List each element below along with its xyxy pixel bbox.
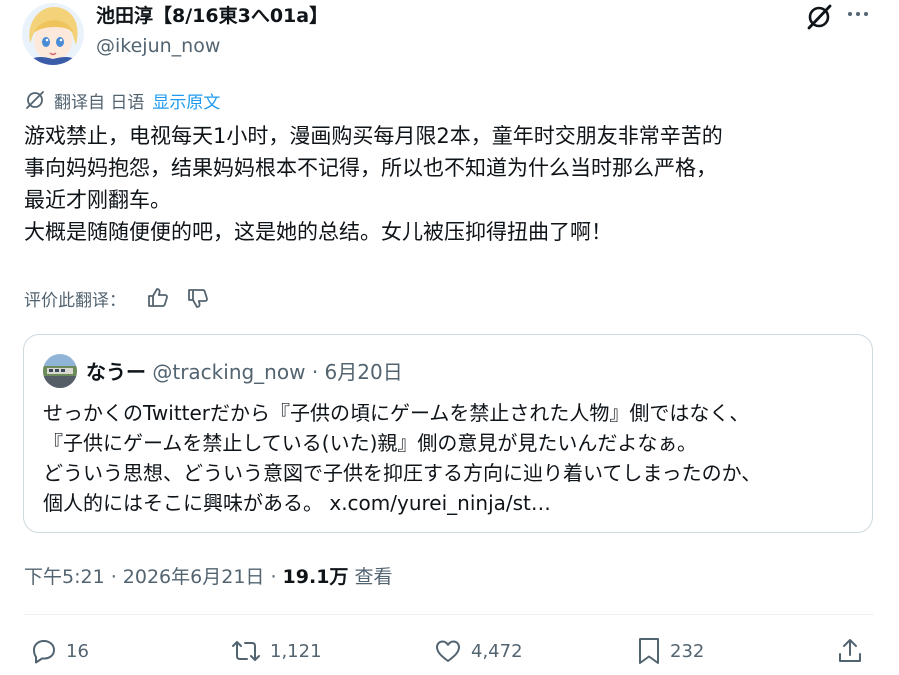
tweet-line: 最近才刚翻车。 [24, 188, 171, 212]
thumbs-up-icon[interactable] [146, 286, 170, 310]
quoted-author-handle[interactable]: @tracking_now [152, 360, 305, 384]
thumbs-down-icon[interactable] [186, 286, 210, 310]
author-name[interactable]: 池田淳【8/16東3へ01a】 [96, 4, 328, 28]
divider [24, 614, 874, 615]
reply-button[interactable]: 16 [30, 636, 89, 666]
quoted-line: 『子供にゲームを禁止している(いた)親』側の意見が見たいんだよなぁ。 [43, 431, 698, 455]
rate-translation-label: 评价此翻译： [24, 290, 126, 311]
tweet-text: 游戏禁止，电视每天1小时，漫画购买每月限2本，童年时交朋友非常辛苦的 事向妈妈抱… [24, 120, 884, 248]
quoted-text: せっかくのTwitterだから『子供の頃にゲームを禁止された人物』側ではなく、 … [43, 398, 863, 518]
share-button[interactable] [836, 636, 872, 666]
reply-icon [33, 640, 55, 664]
grok-icon[interactable] [805, 3, 833, 31]
author-avatar[interactable] [22, 3, 84, 65]
retweet-count: 1,121 [270, 640, 322, 662]
bookmark-count: 232 [670, 640, 705, 662]
tweet-line: 事向妈妈抱怨，结果妈妈根本不记得，所以也不知道为什么当时那么严格， [24, 156, 717, 180]
views-label: 查看 [348, 566, 393, 588]
share-icon [839, 639, 861, 662]
quoted-tweet[interactable]: なうー @tracking_now · 6月20日 せっかくのTwitterだか… [23, 334, 873, 533]
tweet-line: 游戏禁止，电视每天1小时，漫画购买每月限2本，童年时交朋友非常辛苦的 [24, 124, 723, 148]
tweet-line: 大概是随随便便的吧，这是她的总结。女儿被压抑得扭曲了啊！ [24, 220, 612, 244]
heart-icon [436, 640, 460, 662]
bookmark-icon [639, 638, 659, 664]
quoted-line: せっかくのTwitterだから『子供の頃にゲームを禁止された人物』側ではなく、 [43, 401, 750, 425]
bookmark-button[interactable]: 232 [636, 636, 704, 666]
author-handle[interactable]: @ikejun_now [96, 34, 220, 58]
retweet-icon [232, 641, 260, 661]
translation-notice: 翻译自 日语 显示原文 [24, 88, 220, 113]
like-count: 4,472 [471, 640, 523, 662]
quoted-line: 個人的にはそこに興味がある。 x.com/yurei_ninja/st… [43, 491, 551, 515]
rate-translation: 评价此翻译： [24, 284, 210, 312]
quoted-author-name[interactable]: なうー [86, 360, 146, 384]
translate-icon [26, 91, 44, 109]
quoted-author-avatar[interactable] [43, 354, 77, 388]
view-count: 19.1万 [282, 566, 349, 588]
quoted-date[interactable]: 6月20日 [325, 360, 403, 384]
timestamp[interactable]: 下午5:21 · 2026年6月21日 · [24, 566, 283, 588]
quoted-header: なうー @tracking_now · 6月20日 [86, 359, 403, 385]
like-button[interactable]: 4,472 [433, 636, 523, 666]
show-original-link[interactable]: 显示原文 [152, 88, 220, 113]
separator-dot: · [311, 360, 319, 384]
quoted-line: どういう思想、どういう意図で子供を抑圧する方向に辿り着いてしまったのか、 [43, 461, 762, 485]
translated-from-label: 翻译自 日语 [54, 92, 145, 113]
more-icon[interactable] [846, 2, 870, 26]
reply-count: 16 [66, 640, 89, 662]
retweet-button[interactable]: 1,121 [230, 636, 322, 666]
tweet-meta: 下午5:21 · 2026年6月21日 · 19.1万 查看 [24, 564, 392, 590]
